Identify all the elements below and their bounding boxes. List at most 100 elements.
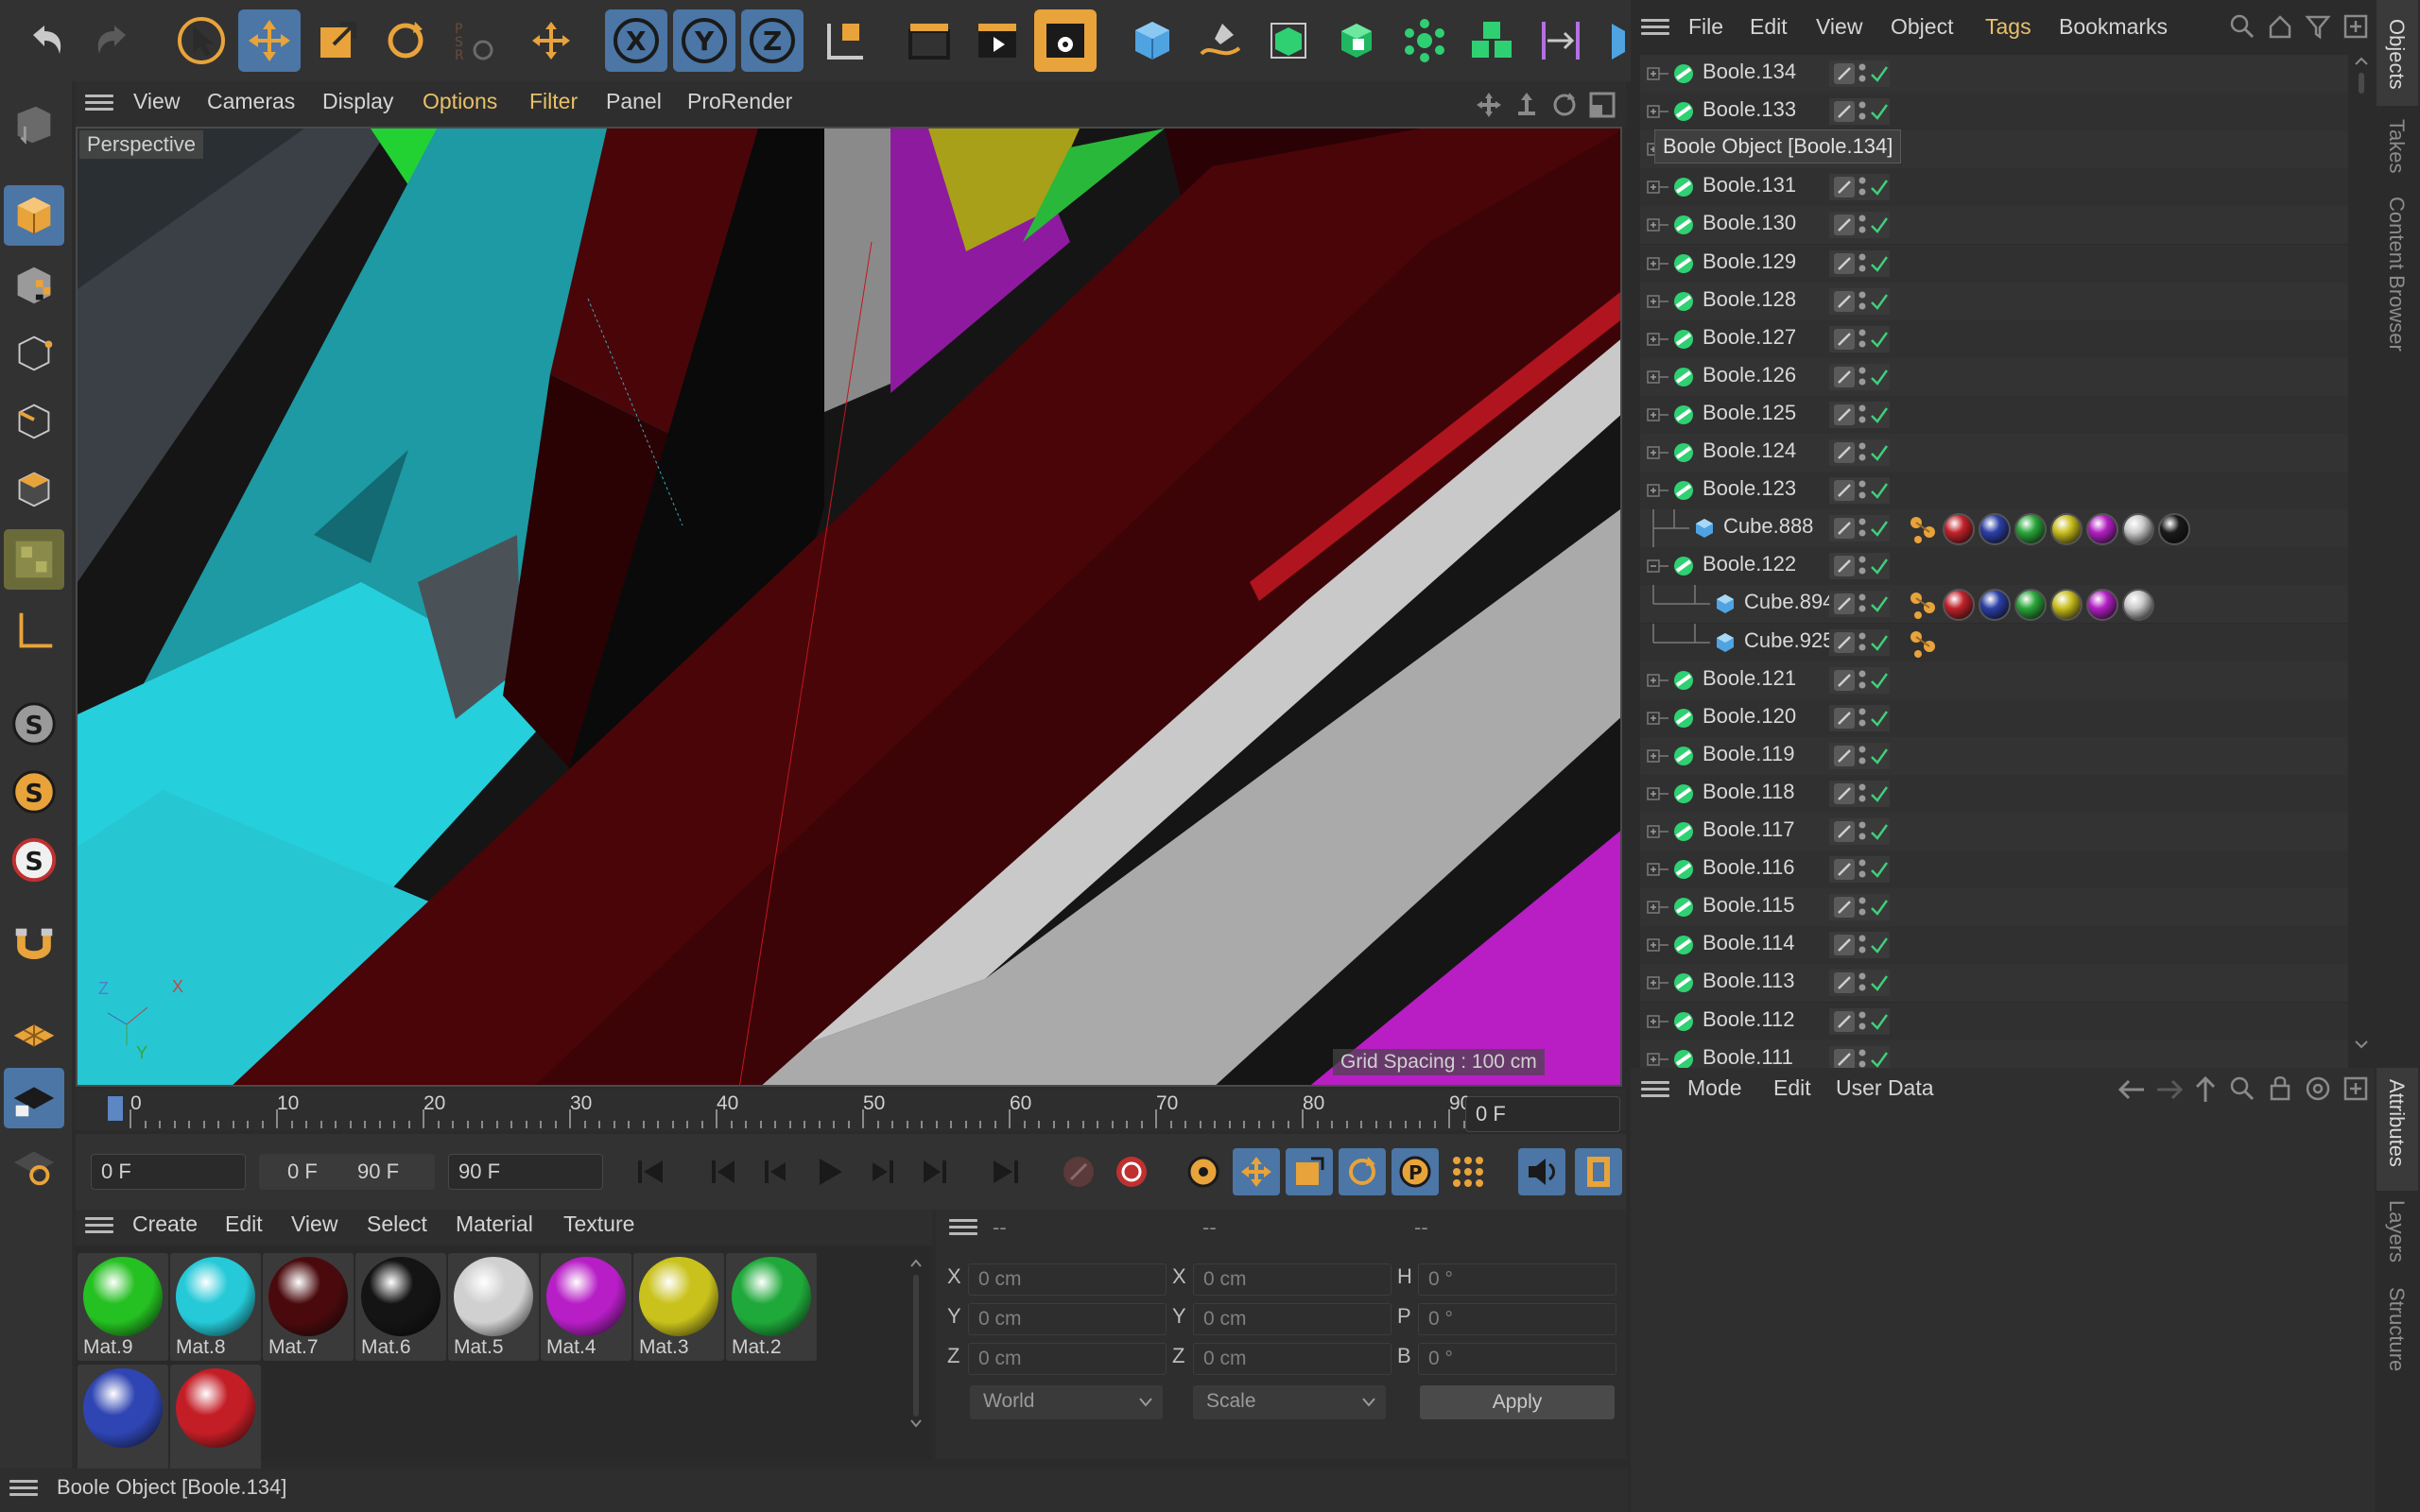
points-mode-button[interactable] (4, 323, 64, 384)
timeline-film-button[interactable] (1575, 1148, 1622, 1195)
enabled-check-icon[interactable] (1869, 177, 1890, 198)
pen-tool-button[interactable] (1189, 9, 1252, 72)
snap-button[interactable] (4, 915, 64, 975)
goto-start-button[interactable] (628, 1148, 675, 1195)
render-view-button[interactable] (898, 9, 960, 72)
object-row[interactable]: Boole.113 (1640, 964, 2348, 1003)
planar-workplane-button[interactable] (4, 1134, 64, 1194)
size-z-field[interactable]: 0 cm (1193, 1343, 1392, 1375)
object-row[interactable]: Boole.125 (1640, 395, 2348, 434)
enabled-check-icon[interactable] (1869, 215, 1890, 235)
object-name[interactable]: Boole.128 (1703, 287, 1796, 312)
material-tag-icon[interactable] (2086, 513, 2118, 546)
visibility-dots-icon[interactable] (1858, 327, 1867, 352)
visibility-dots-icon[interactable] (1858, 61, 1867, 86)
phong-tag-icon[interactable] (1907, 513, 1939, 545)
material-tag-icon[interactable] (2158, 513, 2190, 546)
object-name[interactable]: Cube.888 (1723, 514, 1813, 539)
object-name[interactable]: Boole.121 (1703, 666, 1796, 691)
viewport-menu-display[interactable]: Display (322, 89, 393, 114)
prev-frame-button[interactable] (752, 1148, 800, 1195)
visibility-dots-icon[interactable] (1858, 175, 1867, 199)
viewport-maximize-icon[interactable] (1588, 91, 1616, 119)
object-name[interactable]: Boole.125 (1703, 401, 1796, 425)
texture-mode-button[interactable] (4, 255, 64, 316)
enabled-check-icon[interactable] (1869, 746, 1890, 766)
object-name[interactable]: Boole.131 (1703, 173, 1796, 198)
rot-b-field[interactable]: 0 ° (1418, 1343, 1616, 1375)
visibility-dots-icon[interactable] (1858, 706, 1867, 730)
edit-mode-icon[interactable] (1833, 176, 1856, 198)
object-row[interactable]: Boole.131 (1640, 168, 2348, 207)
solo-hierarchy-button[interactable]: S (4, 830, 64, 890)
viewport-menu-prorender[interactable]: ProRender (687, 89, 792, 114)
coordinate-system-button[interactable] (813, 9, 875, 72)
key-pla-button[interactable] (1444, 1148, 1492, 1195)
object-row[interactable]: Boole.122 (1640, 547, 2348, 586)
material-menu-view[interactable]: View (291, 1211, 337, 1237)
object-name[interactable]: Boole.112 (1703, 1007, 1794, 1032)
x-axis-lock-button[interactable]: X (605, 9, 667, 72)
enabled-check-icon[interactable] (1869, 859, 1890, 880)
visibility-dots-icon[interactable] (1858, 440, 1867, 465)
add-move-button[interactable] (520, 9, 582, 72)
object-row[interactable]: Cube.888 (1640, 509, 2348, 548)
edit-mode-icon[interactable] (1833, 707, 1856, 730)
enabled-check-icon[interactable] (1869, 329, 1890, 350)
autokey-button[interactable] (1108, 1148, 1155, 1195)
material-menu-edit[interactable]: Edit (225, 1211, 263, 1237)
material-menu-material[interactable]: Material (456, 1211, 533, 1237)
apply-button[interactable]: Apply (1420, 1385, 1615, 1419)
visibility-dots-icon[interactable] (1858, 744, 1867, 768)
edit-mode-icon[interactable] (1833, 441, 1856, 464)
model-mode-button[interactable] (4, 185, 64, 246)
object-name[interactable]: Boole.133 (1703, 97, 1796, 122)
material-menu-icon[interactable] (85, 1215, 113, 1236)
object-name[interactable]: Boole.119 (1703, 742, 1794, 766)
playhead[interactable] (108, 1096, 123, 1121)
material-menu-texture[interactable]: Texture (563, 1211, 634, 1237)
object-row[interactable]: Boole.123 (1640, 472, 2348, 510)
enabled-check-icon[interactable] (1869, 593, 1890, 614)
object-row[interactable]: Boole.128 (1640, 282, 2348, 320)
next-key-button[interactable] (911, 1148, 959, 1195)
material-swatch[interactable] (170, 1365, 261, 1472)
edit-mode-icon[interactable] (1833, 214, 1856, 236)
viewport-menu-options[interactable]: Options (423, 89, 497, 114)
object-name[interactable]: Boole.120 (1703, 704, 1796, 729)
uv-mode-button[interactable] (4, 529, 64, 590)
subdivision-surface-button[interactable] (1257, 9, 1320, 72)
y-axis-lock-button[interactable]: Y (673, 9, 735, 72)
scale-mode-select[interactable]: Scale (1193, 1385, 1386, 1419)
deformer-button[interactable] (1530, 9, 1592, 72)
visibility-dots-icon[interactable] (1858, 1009, 1867, 1034)
material-swatch[interactable]: Mat.9 (78, 1253, 168, 1361)
material-swatch[interactable]: Mat.3 (633, 1253, 724, 1361)
visibility-dots-icon[interactable] (1858, 668, 1867, 693)
object-name[interactable]: Boole.114 (1703, 931, 1794, 955)
edit-mode-icon[interactable] (1833, 745, 1856, 767)
enabled-check-icon[interactable] (1869, 935, 1890, 955)
attributes-menu-user-data[interactable]: User Data (1836, 1075, 1934, 1101)
material-menu-select[interactable]: Select (367, 1211, 427, 1237)
coordinate-mode-select[interactable]: World (970, 1385, 1163, 1419)
axis-mode-button[interactable] (4, 601, 64, 662)
up-arrow-icon[interactable] (2191, 1074, 2220, 1106)
enabled-check-icon[interactable] (1869, 783, 1890, 804)
object-menu-file[interactable]: File (1688, 14, 1723, 40)
visibility-dots-icon[interactable] (1858, 213, 1867, 237)
object-row[interactable]: Boole.121 (1640, 661, 2348, 699)
lock-icon[interactable] (2267, 1074, 2293, 1102)
attributes-menu-icon[interactable] (1641, 1079, 1669, 1100)
enabled-check-icon[interactable] (1869, 291, 1890, 312)
key-scale-button[interactable] (1286, 1148, 1333, 1195)
key-position-button[interactable] (1233, 1148, 1280, 1195)
extrude-button[interactable] (1325, 9, 1388, 72)
object-menu-object[interactable]: Object (1891, 14, 1953, 40)
enabled-check-icon[interactable] (1869, 63, 1890, 84)
cube-object-button[interactable] (1121, 9, 1184, 72)
object-menu-tags[interactable]: Tags (1985, 14, 2031, 40)
tab-takes[interactable]: Takes (2384, 119, 2409, 173)
visibility-dots-icon[interactable] (1858, 933, 1867, 957)
material-tag-icon[interactable] (2014, 589, 2047, 622)
